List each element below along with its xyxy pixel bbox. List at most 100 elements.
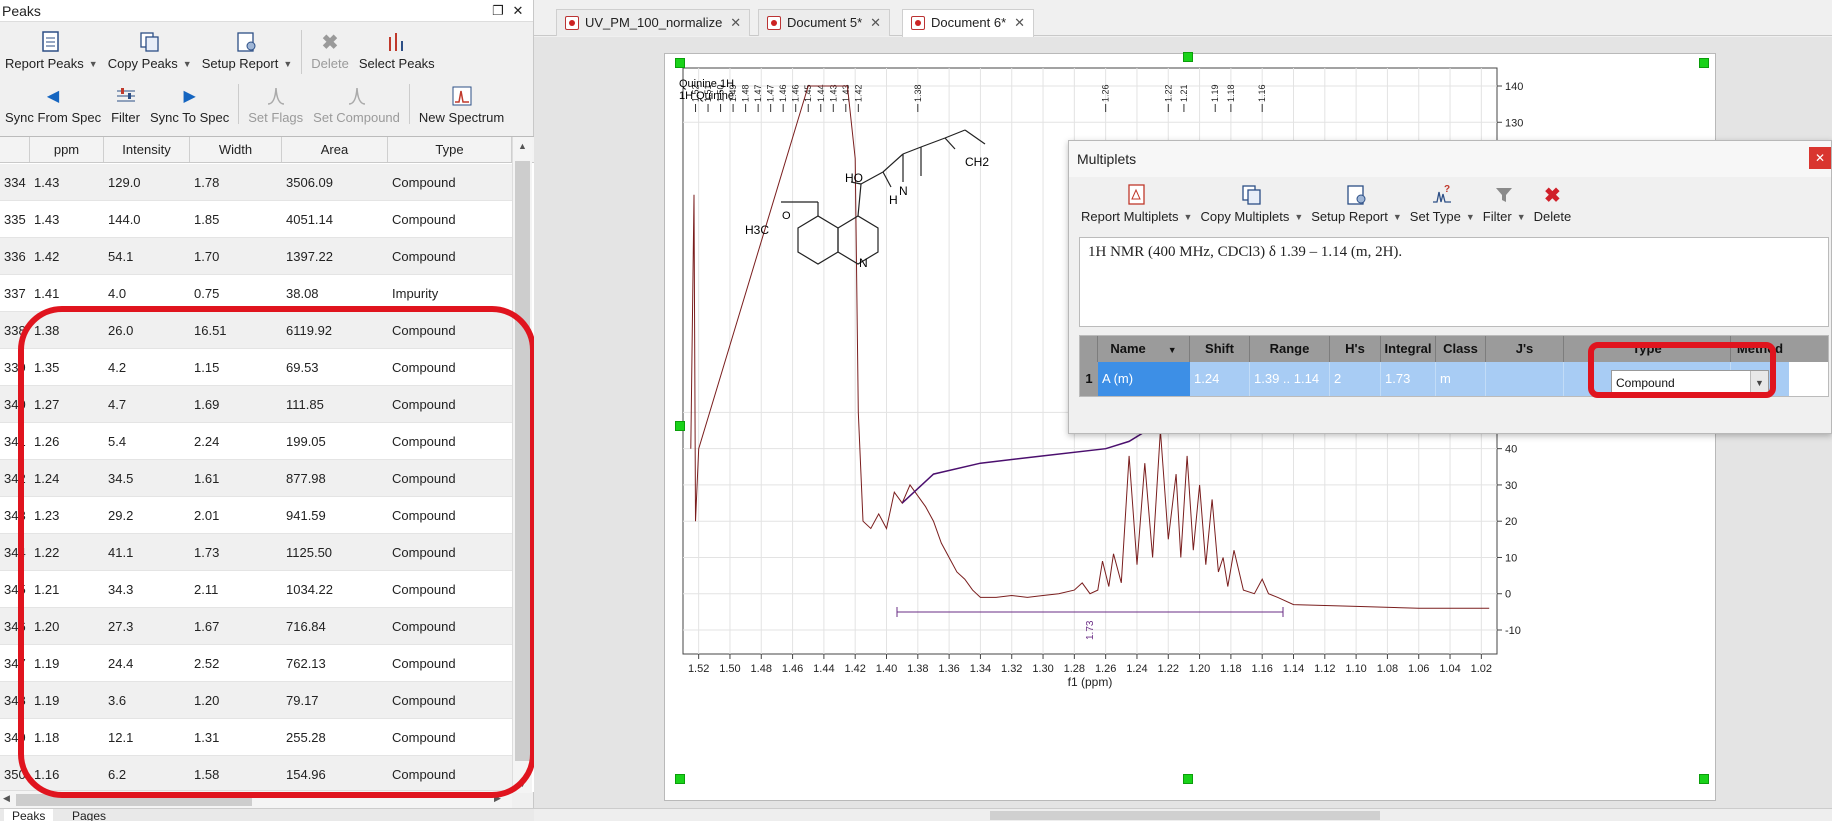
table-row[interactable]: 343 1.23 29.2 2.01 941.59 Compound — [0, 497, 512, 534]
chevron-down-icon[interactable]: ▼ — [1393, 209, 1402, 225]
chevron-down-icon[interactable]: ▼ — [1184, 209, 1193, 225]
cell-type[interactable]: Compound — [388, 497, 512, 533]
cell-width[interactable]: 1.61 — [190, 460, 282, 496]
cell-width[interactable]: 2.01 — [190, 497, 282, 533]
chevron-down-icon[interactable]: ▼ — [283, 56, 292, 72]
resize-handle[interactable] — [1699, 774, 1709, 784]
copy-multiplets-button[interactable]: Copy Multiplets ▼ — [1196, 183, 1307, 235]
sync-to-spec-button[interactable]: ▶ Sync To Spec — [145, 84, 234, 126]
column-header-range[interactable]: Range — [1250, 336, 1330, 362]
cell-shift[interactable]: 1.24 — [1190, 362, 1250, 396]
table-row[interactable]: 349 1.18 12.1 1.31 255.28 Compound — [0, 719, 512, 756]
cell-intensity[interactable]: 54.1 — [104, 238, 190, 274]
resize-handle[interactable] — [1183, 52, 1193, 62]
cell-width[interactable]: 1.58 — [190, 756, 282, 792]
delete-button[interactable]: ✖ Delete — [1530, 183, 1576, 235]
report-multiplets-button[interactable]: Report Multiplets ▼ — [1077, 183, 1196, 235]
cell-intensity[interactable]: 4.2 — [104, 349, 190, 385]
cell-ppm[interactable]: 1.16 — [30, 756, 104, 792]
cell-ppm[interactable]: 1.22 — [30, 534, 104, 570]
column-header-class[interactable]: Class — [1436, 336, 1486, 362]
resize-handle[interactable] — [675, 774, 685, 784]
column-header-area[interactable]: Area — [282, 137, 388, 162]
cell-intensity[interactable]: 4.7 — [104, 386, 190, 422]
cell-intensity[interactable]: 41.1 — [104, 534, 190, 570]
table-row[interactable]: 335 1.43 144.0 1.85 4051.14 Compound — [0, 201, 512, 238]
scroll-down-icon[interactable]: ▼ — [518, 779, 527, 789]
cell-area[interactable]: 877.98 — [282, 460, 388, 496]
cell-ppm[interactable]: 1.23 — [30, 497, 104, 533]
scrollbar-thumb[interactable] — [990, 811, 1380, 820]
cell-width[interactable]: 1.15 — [190, 349, 282, 385]
column-header-shift[interactable]: Shift — [1190, 336, 1250, 362]
set-compound-button[interactable]: Set Compound — [308, 84, 405, 126]
cell-width[interactable]: 1.67 — [190, 608, 282, 644]
restore-icon[interactable]: ❐ — [489, 0, 507, 22]
cell-width[interactable]: 1.69 — [190, 386, 282, 422]
cell-hs[interactable]: 2 — [1330, 362, 1381, 396]
cell-type[interactable]: Compound — [388, 312, 512, 348]
close-tab-icon[interactable]: ✕ — [730, 15, 741, 30]
table-row[interactable]: 340 1.27 4.7 1.69 111.85 Compound — [0, 386, 512, 423]
select-peaks-button[interactable]: Select Peaks — [354, 30, 440, 72]
chevron-down-icon[interactable]: ▼ — [1466, 209, 1475, 225]
cell-intensity[interactable]: 5.4 — [104, 423, 190, 459]
cell-type[interactable]: Compound — [388, 386, 512, 422]
cell-width[interactable]: 0.75 — [190, 275, 282, 311]
cell-ppm[interactable]: 1.43 — [30, 164, 104, 200]
filter-button[interactable]: Filter — [106, 84, 145, 126]
table-row[interactable]: 337 1.41 4.0 0.75 38.08 Impurity — [0, 275, 512, 312]
cell-ppm[interactable]: 1.42 — [30, 238, 104, 274]
cell-width[interactable]: 1.20 — [190, 682, 282, 718]
cell-range[interactable]: 1.39 .. 1.14 — [1250, 362, 1330, 396]
cell-width[interactable]: 1.85 — [190, 201, 282, 237]
cell-width[interactable]: 2.11 — [190, 571, 282, 607]
cell-area[interactable]: 255.28 — [282, 719, 388, 755]
cell-intensity[interactable]: 129.0 — [104, 164, 190, 200]
cell-intensity[interactable]: 144.0 — [104, 201, 190, 237]
cell-ppm[interactable]: 1.26 — [30, 423, 104, 459]
cell-type[interactable]: Compound — [388, 164, 512, 200]
cell-area[interactable]: 199.05 — [282, 423, 388, 459]
chevron-down-icon[interactable]: ▼ — [1168, 345, 1177, 355]
cell-area[interactable]: 941.59 — [282, 497, 388, 533]
resize-handle[interactable] — [1699, 58, 1709, 68]
cell-area[interactable]: 1034.22 — [282, 571, 388, 607]
cell-intensity[interactable]: 29.2 — [104, 497, 190, 533]
chevron-down-icon[interactable]: ▼ — [1294, 209, 1303, 225]
cell-type[interactable]: Compound — [388, 756, 512, 792]
scroll-right-icon[interactable]: ▶ — [494, 793, 501, 804]
table-row[interactable]: 350 1.16 6.2 1.58 154.96 Compound — [0, 756, 512, 793]
cell-type[interactable]: Compound — [388, 238, 512, 274]
cell-width[interactable]: 2.52 — [190, 645, 282, 681]
table-row[interactable]: 334 1.43 129.0 1.78 3506.09 Compound — [0, 164, 512, 201]
table-row[interactable]: 345 1.21 34.3 2.11 1034.22 Compound — [0, 571, 512, 608]
table-row[interactable]: 344 1.22 41.1 1.73 1125.50 Compound — [0, 534, 512, 571]
cell-area[interactable]: 6119.92 — [282, 312, 388, 348]
cell-ppm[interactable]: 1.19 — [30, 645, 104, 681]
tab-peaks[interactable]: Peaks — [4, 809, 54, 821]
cell-area[interactable]: 79.17 — [282, 682, 388, 718]
cell-ppm[interactable]: 1.27 — [30, 386, 104, 422]
document-horizontal-scrollbar[interactable] — [534, 808, 1832, 821]
tab-uv-pm-100-normalize[interactable]: UV_PM_100_normalize ✕ — [556, 9, 751, 36]
cell-type[interactable]: Compound — [388, 423, 512, 459]
cell-ppm[interactable]: 1.43 — [30, 201, 104, 237]
cell-intensity[interactable]: 3.6 — [104, 682, 190, 718]
cell-intensity[interactable]: 27.3 — [104, 608, 190, 644]
resize-handle[interactable] — [1183, 774, 1193, 784]
column-header-hs[interactable]: H's — [1330, 336, 1381, 362]
horizontal-scrollbar[interactable]: ◀ ▶ — [0, 790, 512, 808]
scroll-up-icon[interactable]: ▲ — [518, 141, 527, 151]
cell-intensity[interactable]: 12.1 — [104, 719, 190, 755]
cell-intensity[interactable]: 6.2 — [104, 756, 190, 792]
cell-area[interactable]: 1125.50 — [282, 534, 388, 570]
cell-ppm[interactable]: 1.38 — [30, 312, 104, 348]
table-row[interactable]: 338 1.38 26.0 16.51 6119.92 Compound — [0, 312, 512, 349]
cell-area[interactable]: 111.85 — [282, 386, 388, 422]
setup-report-button[interactable]: Setup Report ▼ — [1307, 183, 1406, 235]
cell-area[interactable]: 154.96 — [282, 756, 388, 792]
cell-name[interactable]: A (m) — [1098, 362, 1190, 396]
resize-handle[interactable] — [675, 58, 685, 68]
cell-area[interactable]: 3506.09 — [282, 164, 388, 200]
